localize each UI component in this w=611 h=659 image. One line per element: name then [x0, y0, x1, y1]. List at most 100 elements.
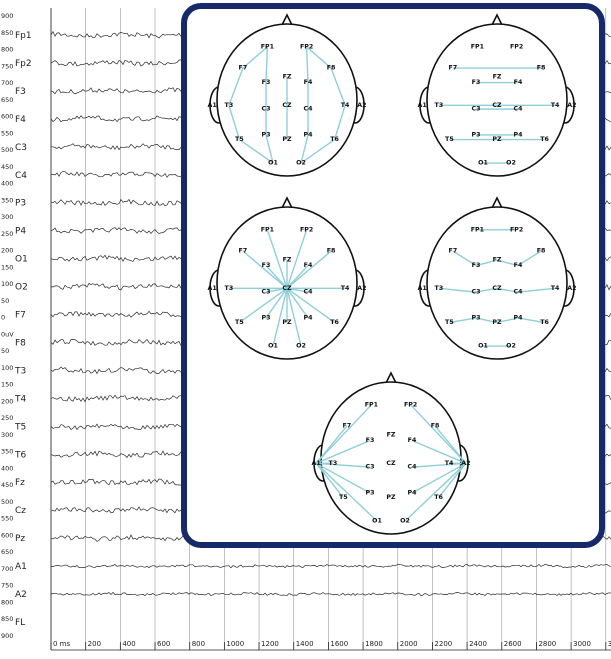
electrode-label-f3: F3	[472, 79, 481, 86]
electrode-label-fp2: FP2	[404, 401, 417, 408]
electrode-label-c4: C4	[407, 464, 417, 471]
electrode-label-cz: CZ	[492, 102, 502, 109]
electrode-label-t5: T5	[235, 319, 244, 326]
electrode-label-f8: F8	[327, 248, 336, 255]
electrode-label-c4: C4	[303, 106, 313, 113]
electrode-label-a1: A1	[207, 285, 216, 292]
electrode-label-c4: C4	[303, 289, 313, 296]
electrode-label-o2: O2	[506, 160, 516, 167]
electrode-label-t6: T6	[540, 136, 549, 143]
electrode-label-t4: T4	[341, 102, 350, 109]
electrode-label-t4: T4	[551, 102, 560, 109]
electrode-label-o2: O2	[296, 160, 306, 167]
electrode-label-p4: P4	[304, 131, 314, 138]
electrode-label-f4: F4	[304, 262, 313, 269]
montage-diagrams: FP1 FP2 F7 F3 FZ F4 F8 A1 T3 C3 CZ C4 T4 A2 T5 P3 PZ P4 T6…	[207, 13, 577, 535]
montage-vertex-reference: FP1 FP2 F7 F3 FZ F4 F8 A1 T3 C3 CZ C4 T4 A2 T5 P3 PZ P4 T6…	[207, 196, 367, 360]
electrode-label-f3: F3	[472, 262, 481, 269]
electrode-label-pz: PZ	[282, 136, 292, 143]
electrode-label-f8: F8	[431, 423, 440, 430]
electrode-label-p3: P3	[472, 314, 481, 321]
electrode-label-fp1: FP1	[471, 43, 484, 50]
electrode-label-fp2: FP2	[510, 226, 523, 233]
electrode-label-t3: T3	[225, 102, 234, 109]
electrode-label-o1: O1	[268, 160, 278, 167]
electrode-label-c3: C3	[471, 289, 480, 296]
electrode-label-t5: T5	[339, 494, 348, 501]
electrode-label-a2: A2	[567, 102, 576, 109]
electrode-label-cz: CZ	[282, 285, 292, 292]
electrode-label-c3: C3	[365, 464, 374, 471]
electrode-label-o1: O1	[478, 343, 488, 350]
electrode-label-p3: P3	[262, 314, 271, 321]
head-outline	[320, 381, 462, 535]
electrode-label-fz: FZ	[283, 74, 292, 81]
electrode-label-t4: T4	[551, 285, 560, 292]
electrode-label-f7: F7	[449, 248, 458, 255]
electrode-label-p4: P4	[514, 131, 524, 138]
electrode-label-t6: T6	[434, 494, 443, 501]
electrode-label-pz: PZ	[282, 319, 292, 326]
electrode-label-c3: C3	[261, 106, 270, 113]
electrode-label-c3: C3	[471, 106, 480, 113]
electrode-label-p3: P3	[472, 131, 481, 138]
electrode-label-o2: O2	[506, 343, 516, 350]
electrode-label-a1: A1	[207, 102, 216, 109]
electrode-label-fz: FZ	[387, 432, 396, 439]
electrode-label-a1: A1	[311, 460, 320, 467]
electrode-label-a2: A2	[357, 102, 366, 109]
electrode-label-cz: CZ	[492, 285, 502, 292]
electrode-label-f7: F7	[239, 65, 248, 72]
montage-transverse-bipolar-alt: FP1 FP2 F7 F3 FZ F4 F8 A1 T3 C3 CZ C4 T4 A2 T5 P3 PZ P4 T6…	[417, 196, 577, 360]
electrode-label-o1: O1	[268, 343, 278, 350]
electrode-label-a2: A2	[461, 460, 470, 467]
electrode-label-t3: T3	[329, 460, 338, 467]
electrode-label-t3: T3	[435, 285, 444, 292]
electrode-label-t6: T6	[540, 319, 549, 326]
electrode-label-f7: F7	[449, 65, 458, 72]
electrode-label-a2: A2	[357, 285, 366, 292]
montage-longitudinal-bipolar: FP1 FP2 F7 F3 FZ F4 F8 A1 T3 C3 CZ C4 T4 A2 T5 P3 PZ P4 T6…	[207, 13, 367, 177]
electrode-label-t3: T3	[435, 102, 444, 109]
electrode-label-c4: C4	[513, 106, 523, 113]
electrode-label-o1: O1	[372, 518, 382, 525]
electrode-label-t4: T4	[445, 460, 454, 467]
electrode-label-f4: F4	[304, 79, 313, 86]
electrode-label-fz: FZ	[493, 74, 502, 81]
electrode-label-o2: O2	[296, 343, 306, 350]
electrode-label-fp1: FP1	[471, 226, 484, 233]
electrode-label-f4: F4	[514, 262, 523, 269]
electrode-label-pz: PZ	[492, 136, 502, 143]
electrode-label-fz: FZ	[493, 257, 502, 264]
electrode-label-fp1: FP1	[365, 401, 378, 408]
electrode-label-pz: PZ	[492, 319, 502, 326]
electrode-label-f8: F8	[537, 65, 546, 72]
electrode-label-fz: FZ	[283, 257, 292, 264]
electrode-label-f3: F3	[262, 79, 271, 86]
electrode-label-f4: F4	[514, 79, 523, 86]
electrode-label-cz: CZ	[386, 460, 396, 467]
electrode-label-f7: F7	[239, 248, 248, 255]
electrode-label-t4: T4	[341, 285, 350, 292]
electrode-label-fp2: FP2	[510, 43, 523, 50]
electrode-label-p3: P3	[366, 489, 375, 496]
electrode-label-t5: T5	[445, 319, 454, 326]
electrode-label-fp2: FP2	[300, 226, 313, 233]
electrode-label-t5: T5	[235, 136, 244, 143]
head-outline	[426, 23, 568, 177]
electrode-label-t3: T3	[225, 285, 234, 292]
electrode-label-f8: F8	[537, 248, 546, 255]
electrode-label-a1: A1	[417, 285, 426, 292]
electrode-label-a2: A2	[567, 285, 576, 292]
electrode-label-f7: F7	[343, 423, 352, 430]
montage-transverse-bipolar: FP1 FP2 F7 F3 FZ F4 F8 A1 T3 C3 CZ C4 T4 A2 T5 P3 PZ P4 T6…	[417, 13, 577, 177]
electrode-label-fp1: FP1	[261, 43, 274, 50]
electrode-label-p4: P4	[408, 489, 418, 496]
electrode-label-o2: O2	[400, 518, 410, 525]
electrode-label-a1: A1	[417, 102, 426, 109]
electrode-label-fp2: FP2	[300, 43, 313, 50]
electrode-label-c4: C4	[513, 289, 523, 296]
electrode-label-p4: P4	[304, 314, 314, 321]
electrode-label-pz: PZ	[386, 494, 396, 501]
electrode-label-c3: C3	[261, 289, 270, 296]
